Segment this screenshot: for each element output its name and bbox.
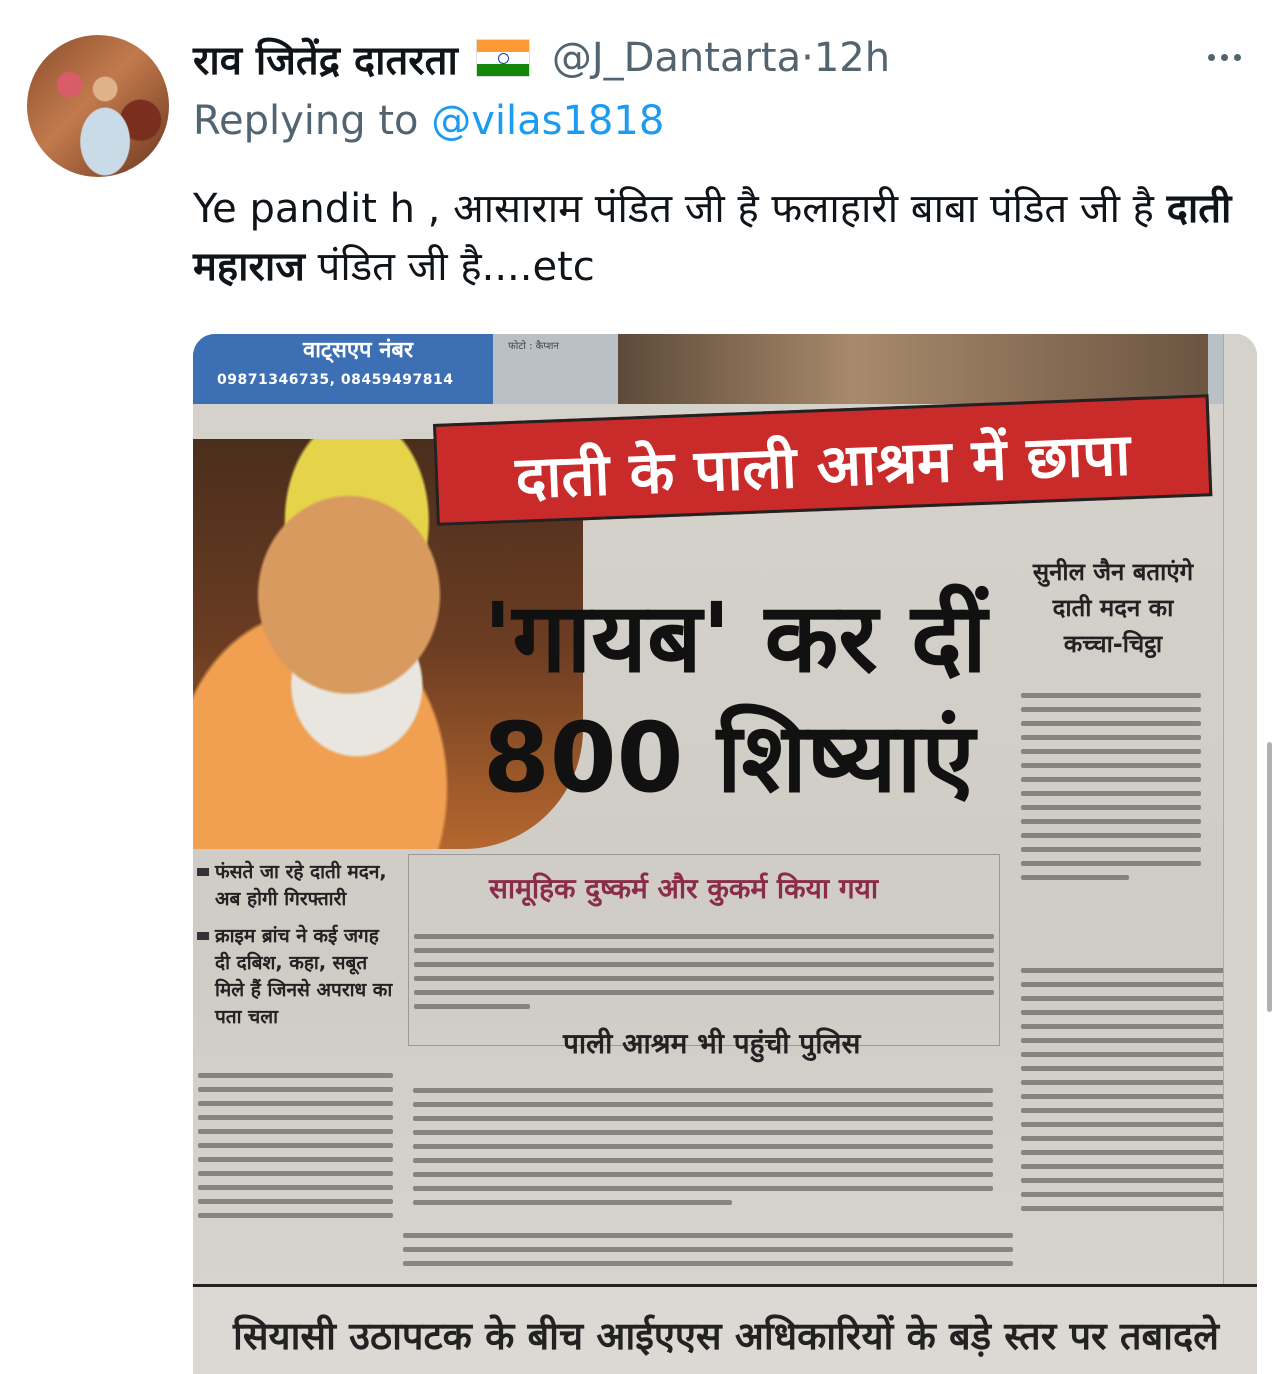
adjacent-column-edge	[1223, 334, 1257, 1284]
avatar[interactable]	[27, 35, 169, 177]
headline-line2: 800 शिष्याएं	[483, 702, 975, 814]
box-body-text	[414, 925, 994, 1018]
separator-dot: ·	[801, 35, 814, 81]
banner-text: दाती के पाली आश्रम में छापा	[514, 420, 1132, 512]
tweet-time[interactable]: 12h	[814, 35, 890, 81]
reply-to-link[interactable]: @vilas1818	[431, 98, 664, 144]
photo-credit: फोटो : कैप्शन	[508, 341, 559, 352]
box-title: सामूहिक दुष्कर्म और कुकर्म किया गया	[489, 872, 879, 905]
tweet-text: Ye pandit h , आसाराम पंडित जी है फलाहारी…	[193, 180, 1253, 296]
headline-line1: 'गायब' कर दीं	[483, 582, 987, 694]
more-options-icon[interactable]	[1208, 37, 1241, 77]
bottom-headline: सियासी उठापटक के बीच आईएएस अधिकारियों के…	[233, 1314, 1219, 1358]
side-story-text	[1021, 684, 1201, 889]
whatsapp-box: वाट्सएप नंबर 09871346735, 08459497814	[193, 334, 493, 404]
bullet-list: फंसते जा रहे दाती मदन, अब होगी गिरफ्तारी…	[193, 859, 398, 1041]
bullet-item: क्राइम ब्रांच ने कई जगह दी दबिश, कहा, सब…	[193, 923, 398, 1031]
bullet-item: फंसते जा रहे दाती मदन, अब होगी गिरफ्तारी	[193, 859, 398, 913]
sub-heading: पाली आश्रम भी पहुंची पुलिस	[563, 1027, 861, 1060]
side-story-title: सुनील जैन बताएंगे दाती मदन का कच्चा-चिट्…	[1032, 558, 1194, 658]
whatsapp-label: वाट्सएप नंबर	[303, 338, 413, 363]
article-body-text	[413, 1079, 993, 1214]
replying-to: Replying to @vilas1818	[193, 98, 664, 144]
reply-prefix: Replying to	[193, 98, 419, 144]
tweet-media-image[interactable]: वाट्सएप नंबर 09871346735, 08459497814 फो…	[193, 334, 1257, 1374]
right-column-text	[1021, 959, 1231, 1220]
left-column-text	[198, 1064, 393, 1227]
tweet-header: राव जितेंद्र दातरता @J_Dantarta · 12h	[193, 28, 890, 88]
india-flag-icon	[475, 39, 530, 77]
bottom-headline-bar: सियासी उठापटक के बीच आईएएस अधिकारियों के…	[193, 1284, 1257, 1374]
top-photo	[618, 334, 1208, 404]
phone-numbers: 09871346735, 08459497814	[217, 372, 454, 388]
author-handle[interactable]: @J_Dantarta	[552, 35, 801, 81]
headline-banner: दाती के पाली आश्रम में छापा	[433, 394, 1213, 526]
bottom-column-text	[403, 1224, 1013, 1275]
scrollbar[interactable]	[1267, 742, 1272, 1012]
story-box: सामूहिक दुष्कर्म और कुकर्म किया गया	[408, 854, 1000, 1046]
tweet-text-part1: Ye pandit h , आसाराम पंडित जी है फलाहारी…	[193, 186, 1167, 232]
author-name[interactable]: राव जितेंद्र दातरता	[193, 31, 458, 86]
tweet-text-part2: पंडित जी है....etc	[304, 244, 595, 290]
